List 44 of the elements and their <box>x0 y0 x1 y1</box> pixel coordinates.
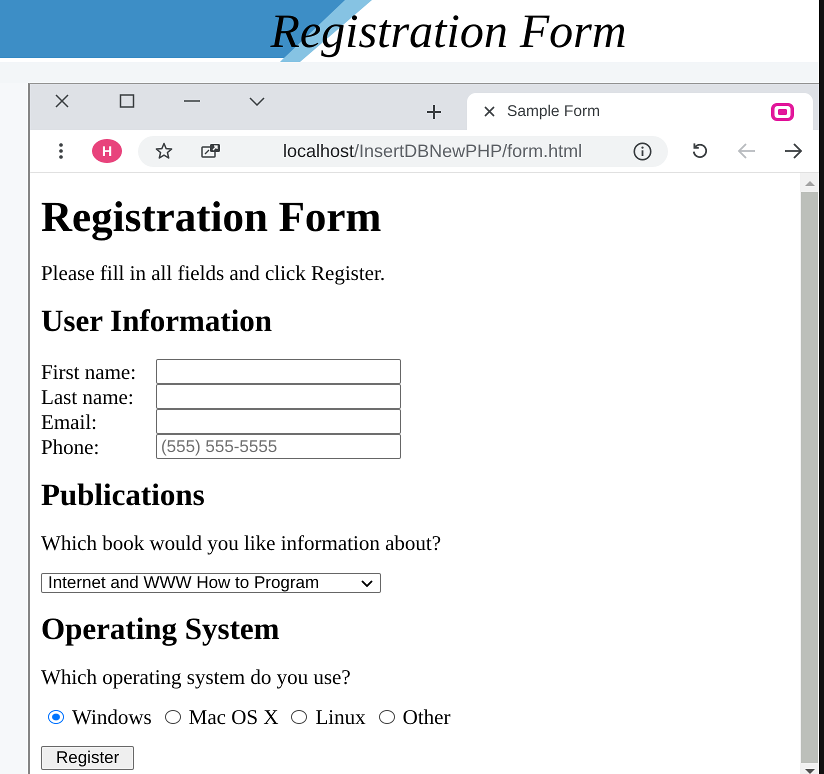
radio-button[interactable] <box>164 710 181 724</box>
field-label: Last name: <box>41 384 135 408</box>
info-icon[interactable] <box>633 142 652 160</box>
option-label[interactable]: Windows <box>72 705 152 729</box>
text-field[interactable] <box>156 359 401 384</box>
book-dropdown[interactable]: Internet and WWW How to Program <box>41 573 381 593</box>
field-label: Phone: <box>41 434 100 458</box>
reload-icon[interactable] <box>691 142 709 160</box>
radio-button[interactable] <box>48 710 64 724</box>
option-label[interactable]: Mac OS X <box>188 705 278 729</box>
app-logo-icon <box>771 102 794 120</box>
forward-icon[interactable] <box>784 142 803 160</box>
url-text[interactable]: localhost/InsertDBNewPHP/form.html <box>283 140 582 162</box>
page-heading: Registration Form <box>41 195 382 241</box>
intro-text: Please fill in all fields and click Register. <box>41 261 386 285</box>
maximize-icon[interactable] <box>119 94 135 108</box>
chevron-down-icon[interactable] <box>249 96 265 106</box>
star-icon[interactable] <box>155 142 173 160</box>
radio-button[interactable] <box>378 710 395 724</box>
monitor-arrow-icon[interactable] <box>201 142 221 160</box>
text-field[interactable]: (555) 555-5555 <box>156 434 401 459</box>
menu-icon[interactable] <box>59 143 63 159</box>
register-button[interactable]: Register <box>41 746 134 770</box>
field-label: Email: <box>41 410 98 434</box>
section-heading: Operating System <box>41 612 281 646</box>
chevron-down-icon <box>361 580 373 586</box>
browser-tab[interactable]: Sample Form <box>467 93 813 130</box>
section-heading: Publications <box>41 478 206 512</box>
scroll-down-icon[interactable] <box>804 769 814 774</box>
field-label: First name: <box>41 360 138 384</box>
profile-avatar[interactable]: H <box>92 139 122 163</box>
text-field[interactable] <box>156 409 401 434</box>
option-label[interactable]: Other <box>402 705 450 729</box>
minimize-icon[interactable] <box>184 100 200 102</box>
close-icon[interactable] <box>54 93 70 109</box>
text-field[interactable] <box>156 384 401 409</box>
radio-button[interactable] <box>291 710 308 724</box>
plus-icon[interactable] <box>426 104 442 120</box>
option-label[interactable]: Linux <box>315 705 366 729</box>
close-icon[interactable] <box>484 106 495 117</box>
question-text: Which book would you like information about? <box>41 531 442 555</box>
question-text: Which operating system do you use? <box>41 665 352 689</box>
section-heading: User Information <box>41 304 274 338</box>
address-bar[interactable]: localhost/InsertDBNewPHP/form.html <box>138 136 668 166</box>
